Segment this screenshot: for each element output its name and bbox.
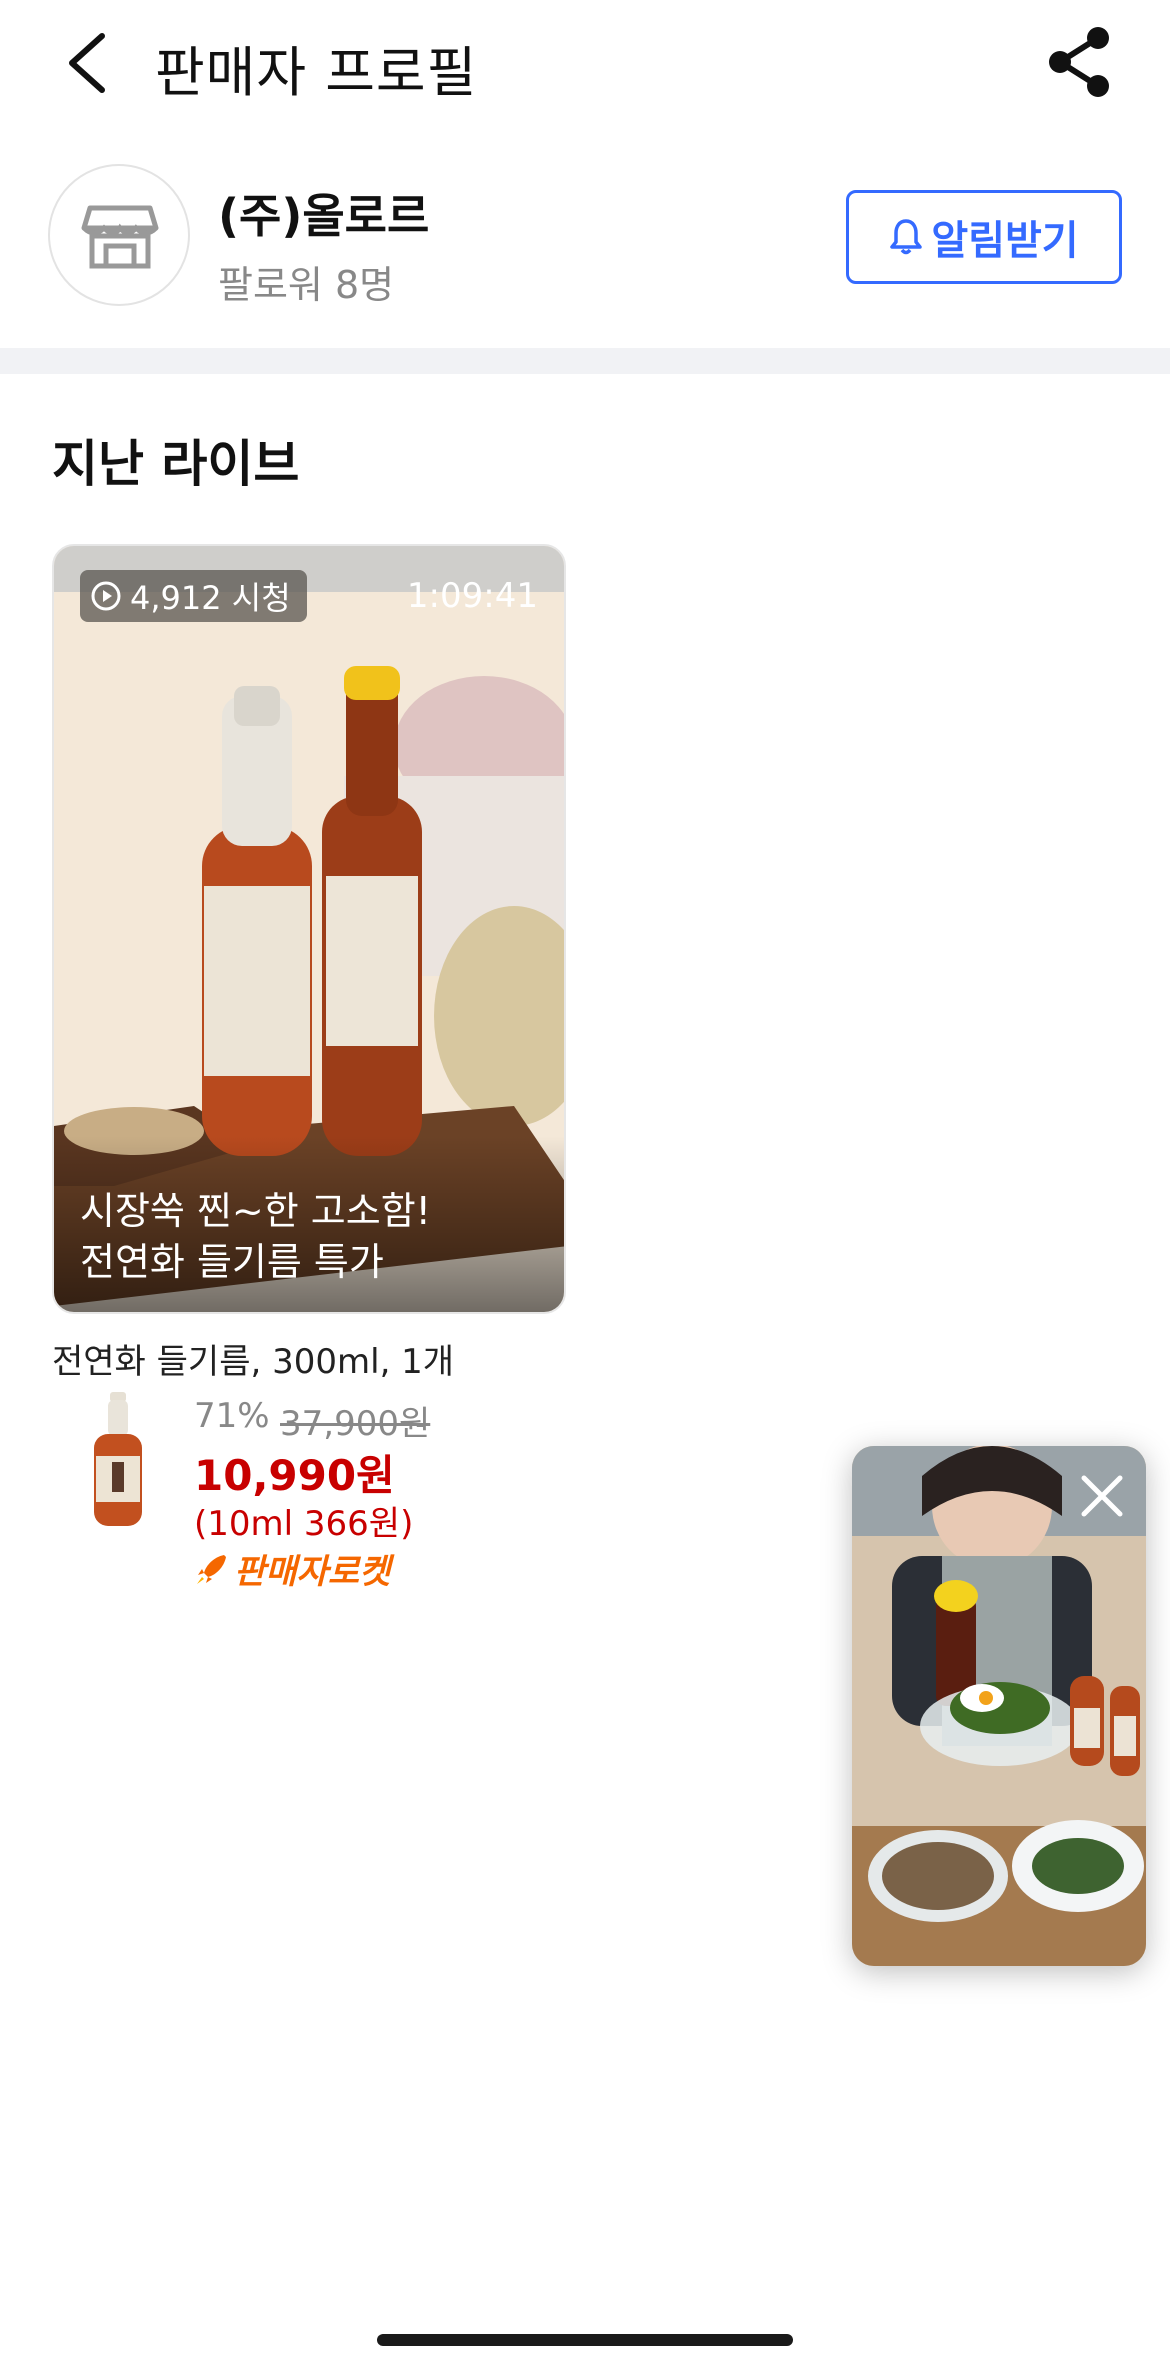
- view-count: 4,912 시청: [130, 579, 291, 617]
- play-circle-icon: [91, 581, 121, 611]
- rocket-icon: [197, 1554, 226, 1584]
- product-thumbnail[interactable]: [86, 1390, 150, 1530]
- live-caption-line2: 전연화 들기름 특가: [80, 1240, 384, 1285]
- section-title: 지난 라이브: [52, 435, 300, 493]
- top-nav-bar: 판매자 프로필: [0, 0, 1170, 130]
- discount-rate: 71%: [194, 1396, 270, 1436]
- video-duration: 1:09:41: [406, 576, 538, 616]
- seller-rocket-badge: 판매자로켓: [194, 1544, 390, 1593]
- live-caption-line1: 시장쑥 찐~한 고소함!: [80, 1189, 431, 1233]
- close-player-button[interactable]: [1072, 1466, 1132, 1526]
- notify-label: 알림받기: [931, 218, 1079, 264]
- section-divider: [0, 348, 1170, 374]
- rocket-badge-label: 판매자로켓: [234, 1552, 391, 1592]
- chevron-left-icon: [69, 33, 105, 93]
- floating-video-player[interactable]: [852, 1446, 1146, 1966]
- view-count-badge: 4,912 시청: [80, 570, 307, 622]
- original-price: 37,900원: [280, 1404, 431, 1444]
- bell-icon: [890, 219, 923, 255]
- store-icon: [81, 205, 159, 269]
- past-live-card[interactable]: 4,912 시청 1:09:41 시장쑥 찐~한 고소함! 전연화 들기름 특가: [52, 544, 566, 1314]
- seller-info: (주)올로르 팔로워 8명 알림받기: [0, 150, 1170, 330]
- notify-button[interactable]: 알림받기: [846, 190, 1122, 284]
- page-title: 판매자 프로필: [155, 41, 478, 104]
- home-indicator[interactable]: [377, 2334, 793, 2346]
- unit-price: (10ml 366원): [194, 1504, 414, 1544]
- follower-count: 팔로워 8명: [218, 263, 395, 307]
- sale-price: 10,990원: [194, 1451, 395, 1500]
- share-button[interactable]: [1040, 22, 1120, 102]
- back-button[interactable]: [60, 28, 120, 98]
- product-name[interactable]: 전연화 들기름, 300ml, 1개: [52, 1334, 454, 1383]
- seller-name: (주)올로르: [218, 189, 430, 243]
- share-icon: [1049, 27, 1109, 97]
- seller-avatar[interactable]: [48, 164, 190, 306]
- live-caption: 시장쑥 찐~한 고소함! 전연화 들기름 특가: [80, 1186, 540, 1289]
- close-icon: [1081, 1475, 1123, 1517]
